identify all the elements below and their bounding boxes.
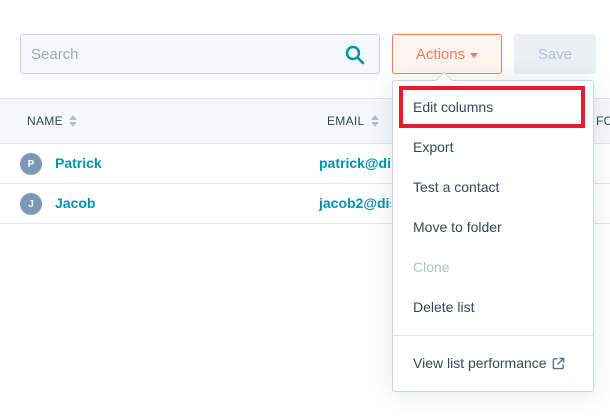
menu-item-view-list-performance[interactable]: View list performance — [393, 343, 593, 383]
sort-icon — [68, 115, 77, 127]
column-header-label: EMAIL — [327, 114, 365, 128]
menu-item-clone: Clone — [393, 247, 593, 287]
column-header-email[interactable]: EMAIL — [327, 99, 379, 143]
menu-item-label: Clone — [413, 259, 450, 275]
search-icon[interactable] — [345, 45, 365, 65]
menu-item-label: View list performance — [413, 355, 547, 371]
contact-name-link[interactable]: Patrick — [55, 155, 102, 171]
external-link-icon — [552, 357, 564, 369]
menu-item-label: Edit columns — [413, 99, 494, 115]
caret-down-icon — [470, 52, 479, 58]
menu-item-label: Test a contact — [413, 179, 500, 195]
menu-item-test-contact[interactable]: Test a contact — [393, 167, 593, 207]
actions-button[interactable]: Actions — [392, 34, 502, 74]
save-button-label: Save — [537, 45, 573, 63]
menu-pointer — [435, 71, 453, 89]
avatar: J — [20, 193, 42, 215]
menu-divider — [393, 335, 593, 336]
search-input[interactable] — [21, 35, 341, 73]
menu-item-label: Delete list — [413, 299, 475, 315]
menu-item-move-to-folder[interactable]: Move to folder — [393, 207, 593, 247]
menu-item-edit-columns[interactable]: Edit columns — [393, 87, 593, 127]
search-box — [20, 34, 380, 74]
menu-item-delete-list[interactable]: Delete list — [393, 287, 593, 327]
actions-button-label: Actions — [415, 45, 466, 63]
avatar: P — [20, 153, 42, 175]
column-header-label: NAME — [27, 114, 63, 128]
menu-item-export[interactable]: Export — [393, 127, 593, 167]
column-header-form[interactable]: FO — [596, 99, 610, 143]
contact-email-link[interactable]: patrick@dis — [319, 155, 391, 171]
contact-email-link[interactable]: jacob2@dis — [319, 195, 391, 211]
sort-icon — [370, 115, 379, 127]
column-header-name[interactable]: NAME — [27, 99, 77, 143]
menu-item-label: Move to folder — [413, 219, 502, 235]
contact-name-link[interactable]: Jacob — [55, 195, 95, 211]
save-button[interactable]: Save — [514, 34, 596, 74]
actions-dropdown-menu: Edit columns Export Test a contact Move … — [392, 71, 594, 392]
column-header-label: FO — [596, 114, 610, 128]
menu-item-label: Export — [413, 139, 454, 155]
